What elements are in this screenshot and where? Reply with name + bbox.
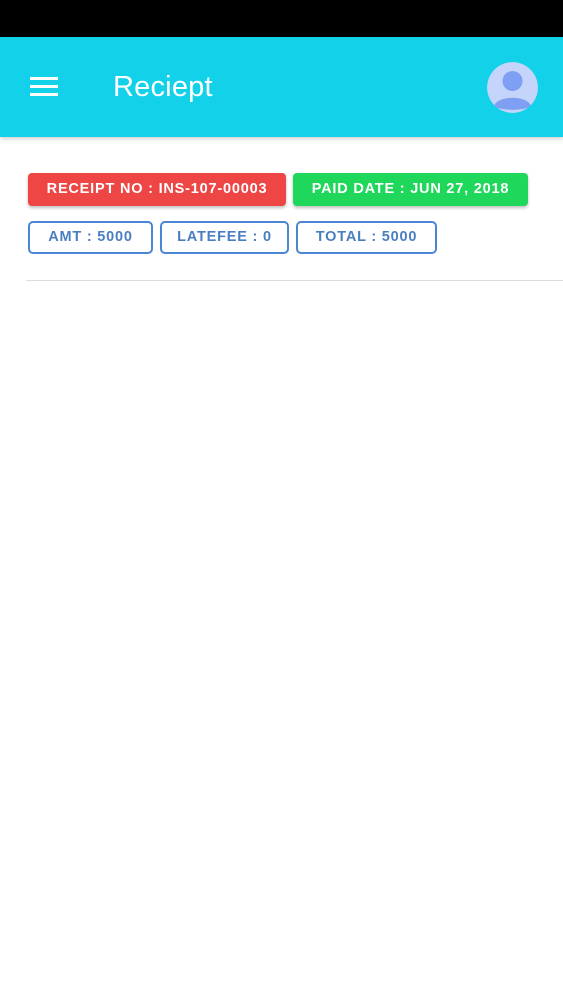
- app-bar: Reciept: [0, 37, 563, 137]
- late-fee-badge: LATEFEE : 0: [160, 221, 289, 254]
- status-bar: [0, 0, 563, 37]
- menu-button[interactable]: [28, 75, 60, 99]
- avatar-button[interactable]: [487, 62, 538, 113]
- total-badge: TOTAL : 5000: [296, 221, 437, 254]
- content-divider: [26, 280, 563, 281]
- user-avatar-icon: [487, 62, 538, 113]
- receipt-number-badge: RECEIPT NO : INS-107-00003: [28, 173, 286, 206]
- receipt-info-row: RECEIPT NO : INS-107-00003 PAID DATE : J…: [28, 173, 528, 206]
- amount-badge: AMT : 5000: [28, 221, 153, 254]
- page-title: Reciept: [113, 71, 213, 103]
- amount-info-row: AMT : 5000 LATEFEE : 0 TOTAL : 5000: [28, 221, 437, 254]
- hamburger-menu-icon: [30, 77, 58, 96]
- paid-date-badge: PAID DATE : JUN 27, 2018: [293, 173, 528, 206]
